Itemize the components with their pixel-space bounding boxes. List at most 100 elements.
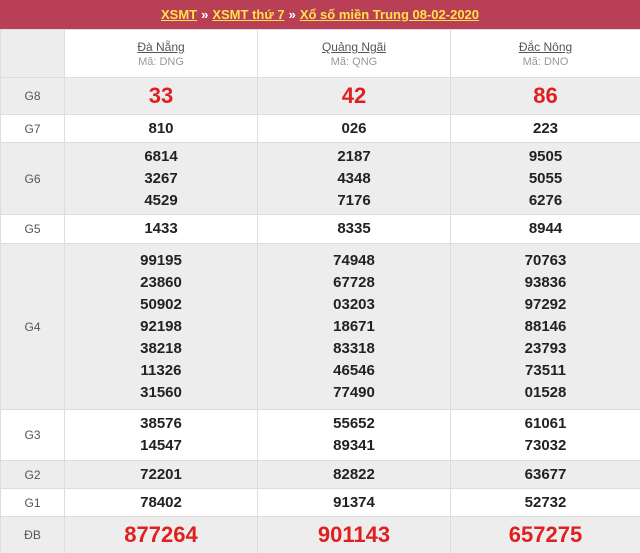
breadcrumb-xsmt-link[interactable]: XSMT [161, 7, 197, 22]
prize-number: 52732 [524, 493, 567, 511]
prize-label: G8 [0, 77, 65, 115]
breadcrumb-separator: » [201, 7, 209, 22]
prize-number: 93836 [524, 273, 567, 291]
breadcrumb-bar: XSMT » XSMT thứ 7 » Xổ số miền Trung 08-… [0, 0, 640, 29]
prize-cell: 99195 23860 50902 92198 38218 11326 3156… [64, 243, 258, 410]
prize-cell: 901143 [257, 516, 451, 553]
prize-number: 50902 [140, 295, 182, 313]
prize-number: 33 [148, 83, 174, 108]
prize-number: 6814 [144, 147, 178, 165]
prize-number: 97292 [524, 295, 567, 313]
prize-cell: 72201 [64, 460, 258, 489]
prize-number: 74948 [333, 251, 375, 269]
prize-number: 83318 [333, 339, 375, 357]
province-header-qng: Quảng Ngãi Mã: QNG [257, 29, 451, 78]
prize-cell: 9505 5055 6276 [450, 142, 640, 215]
prize-label: G1 [0, 488, 65, 517]
prize-cell: 61061 73032 [450, 409, 640, 461]
prize-cell: 877264 [64, 516, 258, 553]
prize-number: 38576 [140, 415, 182, 432]
prize-label: ĐB [0, 516, 65, 553]
prize-row-g5: G5 1433 8335 8944 [0, 214, 640, 244]
prize-cell: 6814 3267 4529 [64, 142, 258, 215]
prize-label: G7 [0, 114, 65, 143]
prize-number: 1433 [144, 220, 178, 237]
prize-number: 89341 [333, 437, 375, 454]
prize-cell: 55652 89341 [257, 409, 451, 461]
prize-cell: 78402 [64, 488, 258, 517]
prize-cell: 38576 14547 [64, 409, 258, 461]
prize-number: 14547 [140, 437, 182, 454]
province-link-dng[interactable]: Đà Nẵng [65, 40, 257, 55]
prize-cell: 70763 93836 97292 88146 23793 73511 0152… [450, 243, 640, 410]
province-code: Mã: QNG [330, 56, 378, 68]
prize-label: G5 [0, 214, 65, 244]
breadcrumb-xsmt-thu7-link[interactable]: XSMT thứ 7 [212, 7, 284, 22]
prize-number: 4529 [144, 191, 178, 209]
prize-row-db: ĐB 877264 901143 657275 [0, 516, 640, 553]
prize-cell: 63677 [450, 460, 640, 489]
prize-cell: 8944 [450, 214, 640, 244]
prize-row-g2: G2 72201 82822 63677 [0, 460, 640, 489]
prize-row-g1: G1 78402 91374 52732 [0, 488, 640, 517]
prize-row-g7: G7 810 026 223 [0, 114, 640, 143]
prize-number: 61061 [524, 415, 567, 432]
prize-number: 88146 [524, 317, 567, 335]
prize-number: 70763 [524, 251, 567, 269]
province-header-row: Đà Nẵng Mã: DNG Quảng Ngãi Mã: QNG Đắc N… [0, 29, 640, 78]
results-table: Đà Nẵng Mã: DNG Quảng Ngãi Mã: QNG Đắc N… [0, 29, 640, 553]
prize-number: 18671 [333, 317, 375, 335]
prize-number: 92198 [140, 317, 182, 335]
prize-number: 23793 [524, 339, 567, 357]
prize-row-g3: G3 38576 14547 55652 89341 61061 73032 [0, 409, 640, 461]
prize-number: 77490 [333, 383, 375, 401]
prize-number: 46546 [333, 361, 375, 379]
province-link-qng[interactable]: Quảng Ngãi [258, 40, 450, 55]
prize-cell: 74948 67728 03203 18671 83318 46546 7749… [257, 243, 451, 410]
province-header-dng: Đà Nẵng Mã: DNG [64, 29, 258, 78]
prize-label: G4 [0, 243, 65, 410]
prize-number: 6276 [528, 191, 563, 209]
prize-number: 86 [533, 83, 558, 108]
prize-row-g6: G6 6814 3267 4529 2187 4348 7176 9505 50… [0, 142, 640, 215]
prize-number: 2187 [337, 147, 371, 165]
prize-cell: 42 [257, 77, 451, 115]
prize-number: 3267 [144, 169, 178, 187]
prize-number: 63677 [524, 465, 567, 483]
prize-number: 78402 [140, 493, 182, 511]
prize-number: 38218 [140, 339, 182, 357]
prize-number: 11326 [140, 361, 182, 379]
province-code: Mã: DNO [522, 56, 569, 68]
prize-cell: 810 [64, 114, 258, 143]
prize-label: G3 [0, 409, 65, 461]
prize-number: 72201 [140, 465, 182, 483]
special-prize-number: 657275 [508, 522, 583, 547]
header-corner-cell [0, 29, 65, 78]
prize-number: 67728 [333, 273, 375, 291]
prize-number: 223 [532, 119, 559, 137]
prize-number: 7176 [337, 191, 371, 209]
prize-cell: 1433 [64, 214, 258, 244]
province-code: Mã: DNG [138, 56, 184, 68]
prize-number: 73511 [525, 361, 566, 379]
prize-cell: 8335 [257, 214, 451, 244]
prize-number: 01528 [524, 383, 567, 401]
prize-cell: 82822 [257, 460, 451, 489]
prize-number: 8335 [337, 220, 371, 237]
prize-cell: 026 [257, 114, 451, 143]
province-header-dno: Đắc Nông Mã: DNO [450, 29, 640, 78]
breadcrumb-xsmt-date-link[interactable]: Xổ số miền Trung 08-02-2020 [300, 7, 479, 22]
prize-number: 23860 [140, 273, 182, 291]
breadcrumb-separator: » [288, 7, 296, 22]
prize-cell: 91374 [257, 488, 451, 517]
prize-number: 5055 [528, 169, 563, 187]
prize-number: 42 [341, 83, 367, 108]
prize-number: 55652 [333, 415, 375, 432]
prize-number: 810 [148, 119, 174, 137]
province-link-dno[interactable]: Đắc Nông [451, 40, 640, 55]
prize-label: G2 [0, 460, 65, 489]
prize-number: 8944 [528, 220, 563, 237]
prize-cell: 86 [450, 77, 640, 115]
prize-number: 9505 [528, 147, 563, 165]
prize-cell: 223 [450, 114, 640, 143]
